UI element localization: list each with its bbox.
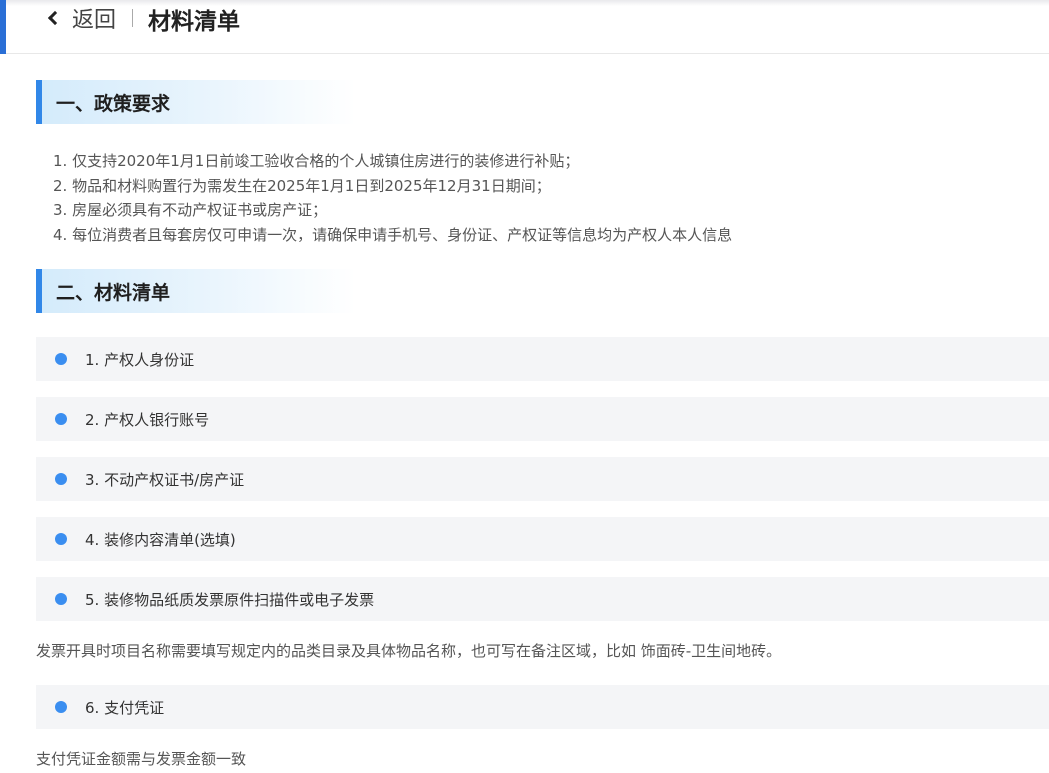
page-title: 材料清单 <box>148 9 240 35</box>
bullet-dot-icon <box>55 473 67 485</box>
left-accent-edge <box>0 0 6 54</box>
invoice-note: 发票开具时项目名称需要填写规定内的品类目录及具体物品名称，也可写在备注区域，比如… <box>36 642 782 660</box>
material-item-label: 4. 装修内容清单(选填) <box>85 530 236 549</box>
back-button[interactable]: 返回 <box>46 4 117 33</box>
material-item-label: 3. 不动产权证书/房产证 <box>85 470 245 489</box>
material-item-payment-proof[interactable]: 6. 支付凭证 <box>36 685 1049 729</box>
header-divider <box>132 9 133 27</box>
material-item-renovation-list[interactable]: 4. 装修内容清单(选填) <box>36 517 1049 561</box>
policy-item: 2. 物品和材料购置行为需发生在2025年1月1日到2025年12月31日期间； <box>53 176 551 195</box>
material-item-property-certificate[interactable]: 3. 不动产权证书/房产证 <box>36 457 1049 501</box>
policy-list: 1. 仅支持2020年1月1日前竣工验收合格的个人城镇住房进行的装修进行补贴； … <box>53 149 953 247</box>
policy-item: 1. 仅支持2020年1月1日前竣工验收合格的个人城镇住房进行的装修进行补贴； <box>53 152 580 170</box>
policy-item: 3. 房屋必须具有不动产权证书或房产证； <box>53 201 328 219</box>
material-item-label: 6. 支付凭证 <box>85 698 165 717</box>
back-label: 返回 <box>72 8 117 33</box>
header-bar: 返回 材料清单 <box>0 0 1049 54</box>
page: 返回 材料清单 一、政策要求 1. 仅支持2020年1月1日前竣工验收合格的个人… <box>0 0 1049 773</box>
policy-item: 4. 每位消费者且每套房仅可申请一次，请确保申请手机号、身份证、产权证等信息均为… <box>53 225 733 244</box>
materials-section-heading: 二、材料清单 <box>36 269 356 313</box>
material-item-label: 1. 产权人身份证 <box>85 350 195 369</box>
bullet-dot-icon <box>55 533 67 545</box>
material-item-invoice[interactable]: 5. 装修物品纸质发票原件扫描件或电子发票 <box>36 577 1049 621</box>
bullet-dot-icon <box>55 413 67 425</box>
materials-heading-text: 二、材料清单 <box>56 281 171 304</box>
material-item-label: 2. 产权人银行账号 <box>85 410 210 429</box>
policy-heading-text: 一、政策要求 <box>56 92 171 115</box>
bullet-dot-icon <box>55 701 67 713</box>
bullet-dot-icon <box>55 593 67 605</box>
chevron-left-icon <box>47 10 63 26</box>
material-item-id-card[interactable]: 1. 产权人身份证 <box>36 337 1049 381</box>
policy-section-heading: 一、政策要求 <box>36 80 356 124</box>
material-item-label: 5. 装修物品纸质发票原件扫描件或电子发票 <box>85 590 375 609</box>
payment-note: 支付凭证金额需与发票金额一致 <box>36 750 247 768</box>
material-item-bank-account[interactable]: 2. 产权人银行账号 <box>36 397 1049 441</box>
bullet-dot-icon <box>55 353 67 365</box>
